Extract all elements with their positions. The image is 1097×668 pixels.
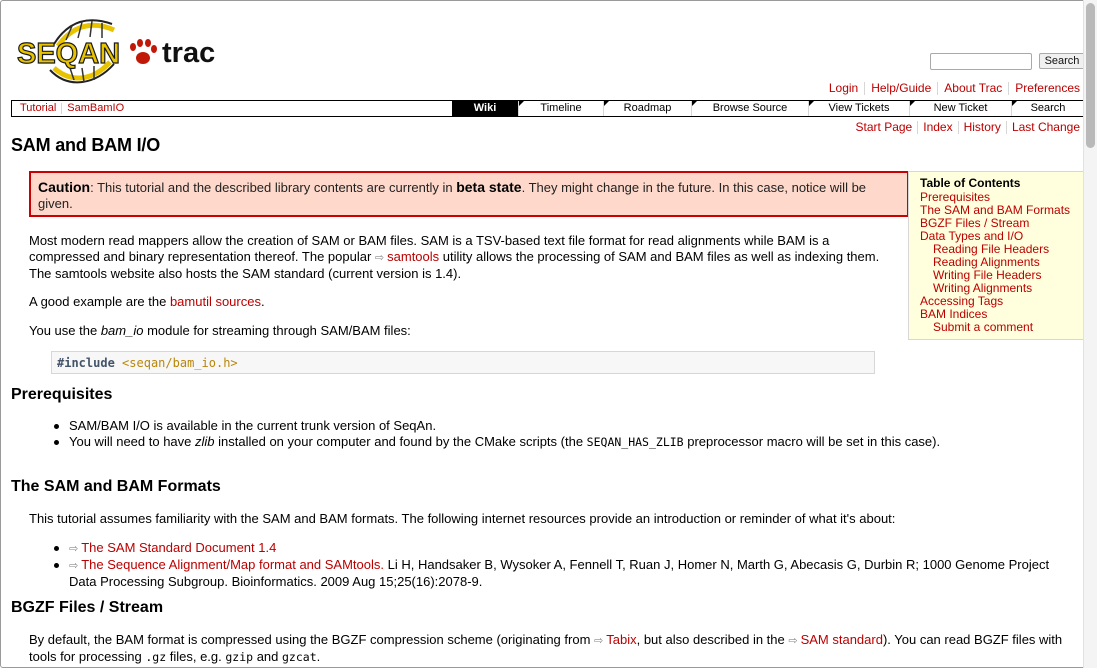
tab-wiki[interactable]: Wiki <box>452 101 518 116</box>
meta-nav: Login Help/Guide About Trac Preferences <box>823 82 1080 95</box>
prereq-item-2b: installed on your computer and found by … <box>214 434 587 449</box>
gzcat-code: gzcat <box>282 650 317 664</box>
external-link-icon: ⇨ <box>69 560 79 572</box>
tab-new-ticket[interactable]: New Ticket <box>909 101 1011 116</box>
zlib-em: zlib <box>195 434 215 449</box>
tab-roadmap[interactable]: Roadmap <box>603 101 691 116</box>
formats-list: ⇨ The SAM Standard Document 1.4 ⇨ The Sequ… <box>52 540 1062 590</box>
prereq-item-2c: preprocessor macro will be set in this c… <box>683 434 941 449</box>
toc-title: Table of Contents <box>920 176 1021 190</box>
prereq-item-2a: You will need to have <box>69 434 196 449</box>
toc-item-submit-comment[interactable]: Submit a comment <box>920 321 1080 334</box>
history-link[interactable]: History <box>957 121 1006 134</box>
tab-search-label: Search <box>1030 102 1066 114</box>
seqan-has-zlib-code: SEQAN_HAS_ZLIB <box>586 435 684 449</box>
list-item: ⇨ The SAM Standard Document 1.4 <box>52 540 1062 557</box>
gz-code: .gz <box>145 650 167 664</box>
caution-label: Caution <box>38 179 91 195</box>
example-text-1: A good example are the <box>29 294 170 309</box>
vertical-scrollbar[interactable] <box>1083 0 1097 668</box>
usage-text-2: module for streaming through SAM/BAM fil… <box>143 323 411 338</box>
seqan-trac-logo[interactable]: SEQAN trac <box>14 10 229 90</box>
list-item: ⇨ The Sequence Alignment/Map format and S… <box>52 557 1062 590</box>
gzip-code: gzip <box>225 650 254 664</box>
list-item: You will need to have zlib installed on … <box>52 434 1062 450</box>
sam-standard-label-2: SAM standard <box>800 632 883 647</box>
example-paragraph: A good example are the bamutil sources. <box>29 294 265 310</box>
help-guide-link[interactable]: Help/Guide <box>864 82 937 95</box>
heading-sam-bam-formats: The SAM and BAM Formats <box>11 478 221 495</box>
tab-new-ticket-label: New Ticket <box>933 102 988 114</box>
start-page-link[interactable]: Start Page <box>851 121 918 134</box>
table-of-contents: Table of Contents Prerequisites The SAM … <box>908 171 1086 340</box>
example-text-2: . <box>260 294 265 309</box>
caution-box: Caution: This tutorial and the described… <box>29 171 909 217</box>
logo-trac-text: trac <box>162 37 215 69</box>
search-input[interactable] <box>930 53 1032 70</box>
formats-intro: This tutorial assumes familiarity with t… <box>29 511 896 526</box>
bgzf-text-2: , but also described in the <box>636 632 789 647</box>
external-link-icon: ⇨ <box>788 635 798 647</box>
bgzf-text-4: files, e.g. <box>166 649 226 664</box>
bgzf-text-6: . <box>316 649 321 664</box>
samtools-link-label: samtools <box>387 249 440 264</box>
bgzf-text-1: By default, the BAM format is compressed… <box>29 632 595 647</box>
sam-standard-link-2[interactable]: ⇨ SAM standard <box>788 632 883 647</box>
context-nav: Tutorial SamBamIO <box>17 101 129 116</box>
main-nav: Tutorial SamBamIO Wiki Timeline Roadmap … <box>11 100 1085 117</box>
external-link-icon: ⇨ <box>594 635 604 647</box>
code-block: #include <seqan/bam_io.h> <box>51 351 875 374</box>
sam-standard-link[interactable]: ⇨ The SAM Standard Document 1.4 <box>69 540 276 555</box>
code-include: include <box>64 356 115 370</box>
about-trac-link[interactable]: About Trac <box>937 82 1008 95</box>
tab-timeline[interactable]: Timeline <box>518 101 603 116</box>
logo-seqan-text: SEQAN <box>17 38 120 70</box>
tab-browse-source[interactable]: Browse Source <box>691 101 808 116</box>
caution-beta-state: beta state <box>456 179 522 195</box>
tutorial-link[interactable]: Tutorial <box>17 103 61 114</box>
search-button[interactable]: Search <box>1039 53 1085 69</box>
list-item: SAM/BAM I/O is available in the current … <box>52 418 1062 434</box>
heading-prerequisites: Prerequisites <box>11 386 113 403</box>
login-link[interactable]: Login <box>823 82 864 95</box>
intro-paragraph: Most modern read mappers allow the creat… <box>29 233 893 282</box>
bgzf-text-5: and <box>253 649 282 664</box>
caution-text-1: : This tutorial and the described librar… <box>90 180 457 195</box>
index-link[interactable]: Index <box>917 121 957 134</box>
bgzf-paragraph: By default, the BAM format is compressed… <box>29 632 1074 665</box>
last-change-link[interactable]: Last Change <box>1005 121 1080 134</box>
tab-view-tickets-label: View Tickets <box>828 102 890 114</box>
external-link-icon: ⇨ <box>69 543 79 555</box>
tab-roadmap-label: Roadmap <box>623 102 672 114</box>
tab-timeline-label: Timeline <box>540 102 582 114</box>
wiki-nav: Start Page Index History Last Change <box>851 121 1080 134</box>
paw-icon <box>130 39 157 64</box>
samtools-link[interactable]: ⇨ samtools <box>375 249 439 264</box>
tabix-label: Tabix <box>606 632 637 647</box>
code-header: <seqan/bam_io.h> <box>122 356 238 370</box>
tab-wiki-label: Wiki <box>473 102 497 114</box>
preferences-link[interactable]: Preferences <box>1008 82 1080 95</box>
tab-search[interactable]: Search <box>1011 101 1084 116</box>
prereq-item-1: SAM/BAM I/O is available in the current … <box>69 418 437 433</box>
external-link-icon: ⇨ <box>374 252 385 264</box>
tabix-link[interactable]: ⇨ Tabix <box>594 632 637 647</box>
bamutil-link[interactable]: bamutil sources <box>170 294 261 309</box>
page-title: SAM and BAM I/O <box>11 135 160 155</box>
sam-standard-label: The SAM Standard Document 1.4 <box>81 540 277 555</box>
sam-paper-label: The Sequence Alignment/Map format and SA… <box>81 557 384 572</box>
sambamio-link[interactable]: SamBamIO <box>61 103 129 114</box>
prereq-list: SAM/BAM I/O is available in the current … <box>52 418 1062 450</box>
sam-paper-link[interactable]: ⇨ The Sequence Alignment/Map format and S… <box>69 557 384 572</box>
usage-paragraph: You use the bam_io module for streaming … <box>29 323 411 339</box>
tab-view-tickets[interactable]: View Tickets <box>808 101 909 116</box>
usage-text-1: You use the <box>29 323 101 338</box>
bam-io-module: bam_io <box>100 323 144 338</box>
tab-browse-source-label: Browse Source <box>712 102 788 114</box>
heading-bgzf: BGZF Files / Stream <box>11 599 164 616</box>
scrollbar-thumb[interactable] <box>1086 3 1095 148</box>
